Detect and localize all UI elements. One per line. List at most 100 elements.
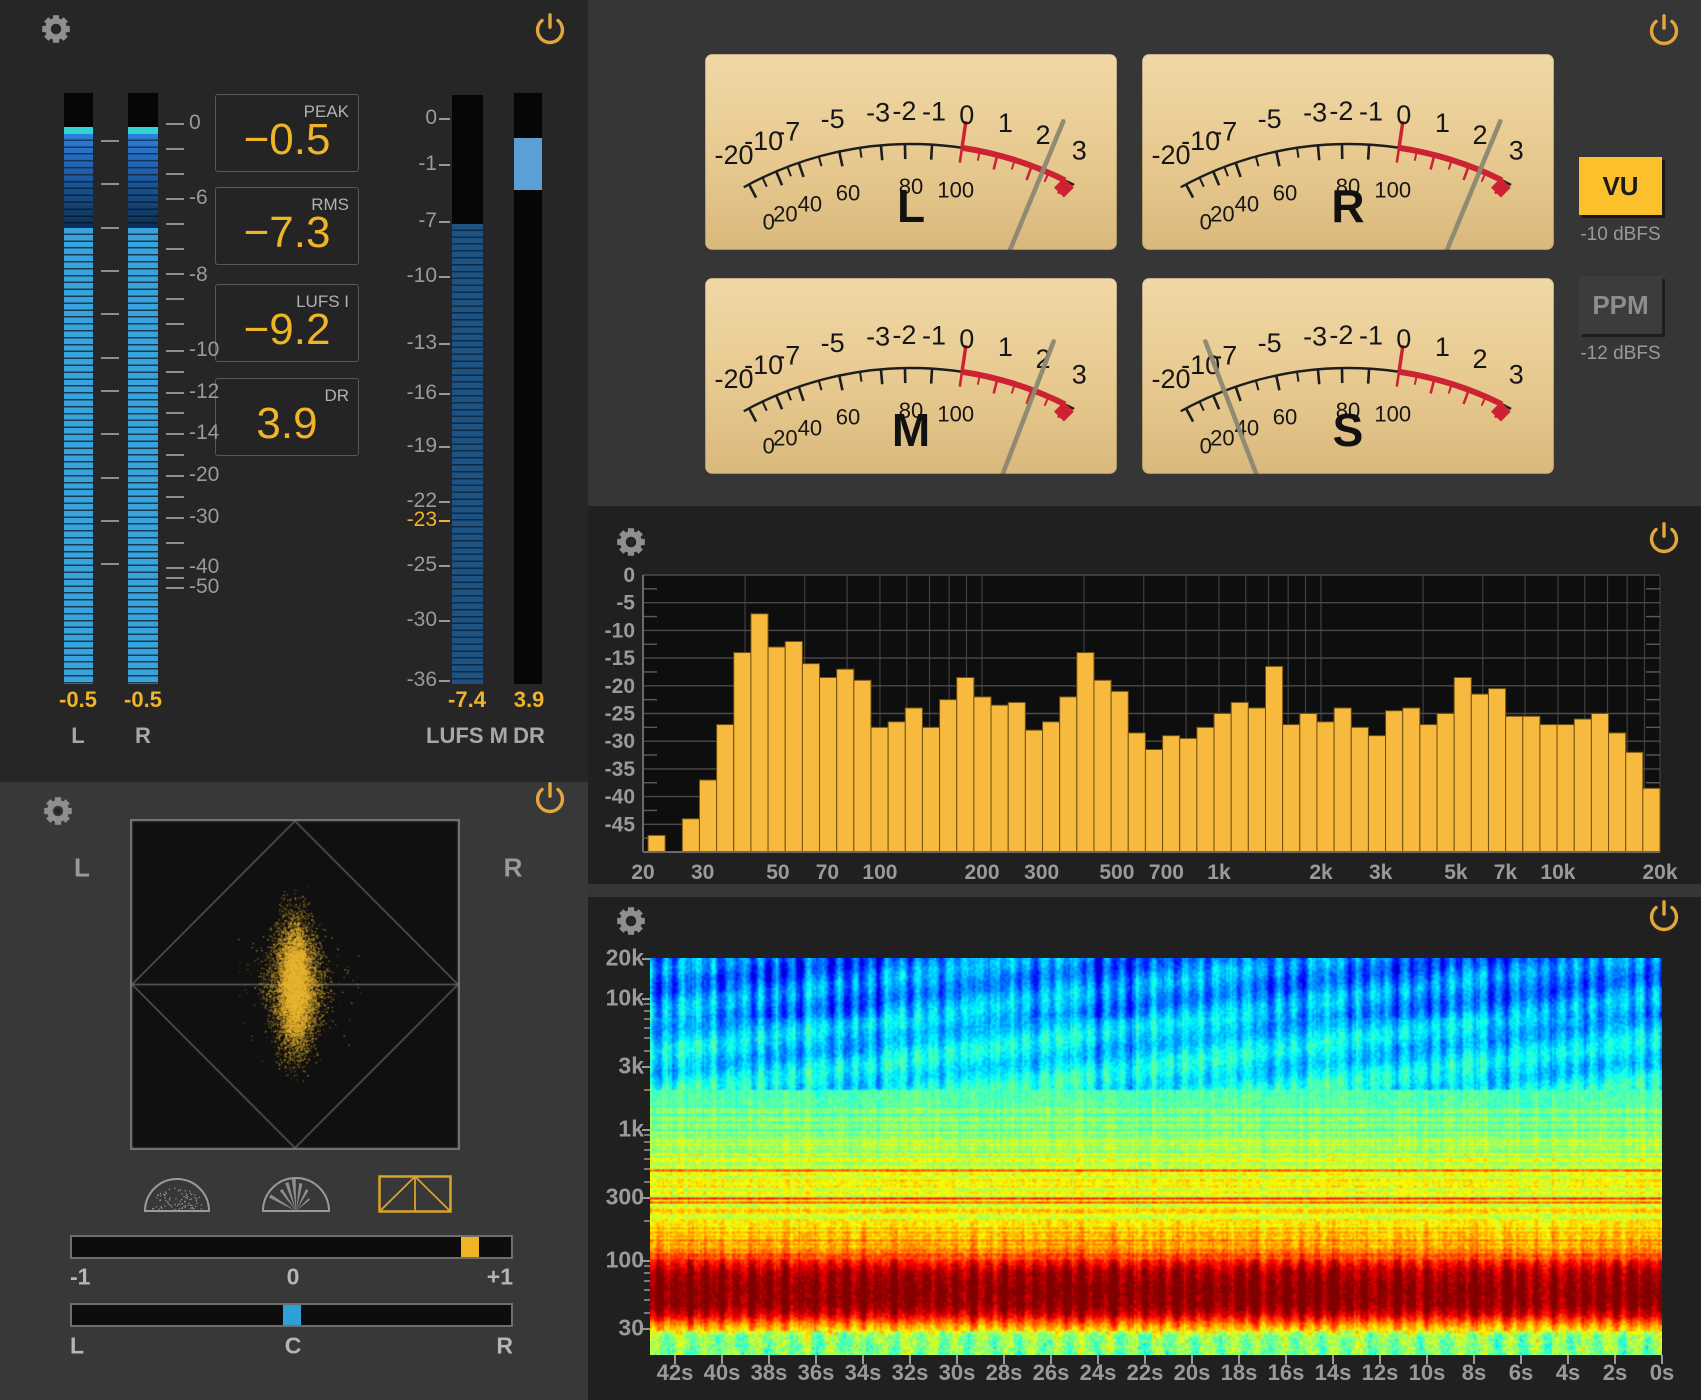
spectrum-bar (1197, 727, 1214, 852)
spectrum-bar (1523, 716, 1540, 852)
spectrogram-gap (588, 884, 1701, 897)
spectrum-bar (991, 705, 1008, 852)
power-icon[interactable] (531, 11, 569, 49)
spectrum-bar (751, 614, 768, 852)
gonio-mode-dome-scatter[interactable] (140, 1175, 214, 1213)
svg-text:200: 200 (964, 861, 999, 884)
correlation-max-label: +1 (487, 1264, 513, 1291)
gear-icon[interactable] (37, 10, 75, 48)
specgram-y-minor-tick (644, 1037, 650, 1039)
correlation-handle[interactable] (461, 1237, 479, 1257)
specgram-x-label: 20s (1174, 1360, 1211, 1386)
specgram-y-label: 1k (618, 1115, 644, 1142)
specgram-y-minor-tick (644, 1027, 650, 1029)
svg-text:-7: -7 (776, 117, 800, 147)
meter-right-label: R (135, 723, 151, 749)
svg-text:-2: -2 (892, 96, 916, 126)
readout-dr: DR 3.9 (215, 378, 359, 456)
spectrum-bar (1248, 708, 1265, 852)
lufs-scale-label: -7 (418, 209, 437, 233)
meter-bar-gradient (64, 134, 93, 228)
svg-text:-25: -25 (605, 703, 636, 726)
power-icon[interactable] (1645, 898, 1683, 936)
scale-tick (166, 496, 184, 498)
dr-value: 3.9 (514, 687, 545, 713)
specgram-y-minor-tick (644, 1265, 650, 1267)
lufs-scale-tick (439, 164, 450, 166)
spectrum-bar (871, 727, 888, 852)
svg-text:-2: -2 (1329, 96, 1353, 126)
spectrum-bar (1471, 694, 1488, 852)
specgram-x-label: 12s (1362, 1360, 1399, 1386)
svg-text:40: 40 (798, 191, 822, 216)
scale-tick (101, 563, 119, 565)
svg-text:2: 2 (1473, 344, 1488, 374)
spectrum-bar (699, 780, 716, 852)
svg-text:-5: -5 (821, 328, 845, 358)
scale-tick (101, 357, 119, 359)
vu-mode-sublabel: -10 dBFS (1579, 224, 1662, 246)
svg-text:60: 60 (836, 405, 860, 430)
svg-text:20: 20 (631, 861, 654, 884)
spectrum-bar (1043, 722, 1060, 852)
spectrum-bar (888, 722, 905, 852)
specgram-y-minor-tick (644, 1220, 650, 1222)
specgram-x-label: 4s (1556, 1360, 1580, 1386)
correlation-slider[interactable] (70, 1235, 513, 1259)
app-window: PEAK −0.5 RMS −7.3 LUFS I −9.2 DR 3.9 -0… (0, 0, 1701, 1400)
svg-text:-10: -10 (605, 619, 635, 642)
lufs-scale-tick (439, 446, 450, 448)
scale-tick (101, 433, 119, 435)
gonio-mode-triangle-box[interactable] (378, 1175, 452, 1213)
svg-text:5k: 5k (1444, 861, 1468, 884)
spectrum-bar (1454, 677, 1471, 852)
specgram-x-label: 0s (1650, 1360, 1674, 1386)
lufs-scale-tick (439, 620, 450, 622)
svg-text:-30: -30 (605, 730, 635, 753)
scale-tick (101, 183, 119, 185)
spectrum-bar (1163, 736, 1180, 852)
spectrum-bar (1145, 750, 1162, 852)
specgram-x-label: 14s (1315, 1360, 1352, 1386)
scale-tick (166, 567, 184, 569)
balance-slider[interactable] (70, 1303, 513, 1327)
balance-handle[interactable] (283, 1305, 301, 1325)
gear-icon[interactable] (612, 902, 650, 940)
scale-tick (101, 520, 119, 522)
svg-text:1k: 1k (1207, 861, 1231, 884)
lufs-scale-tick (439, 565, 450, 567)
spectrum-bar (1283, 725, 1300, 852)
gear-icon[interactable] (39, 792, 77, 830)
scale-tick (166, 223, 184, 225)
specgram-x-label: 2s (1603, 1360, 1627, 1386)
svg-text:-3: -3 (866, 97, 890, 127)
power-icon[interactable] (531, 780, 569, 818)
svg-text:-15: -15 (605, 647, 636, 670)
balance-right-label: R (496, 1333, 513, 1360)
balance-center-label: C (285, 1333, 302, 1360)
svg-text:40: 40 (1235, 191, 1259, 216)
scale-tick (166, 350, 184, 352)
svg-text:100: 100 (862, 861, 897, 884)
svg-text:-35: -35 (605, 758, 636, 781)
specgram-x-label: 36s (798, 1360, 835, 1386)
lufs-scale-tick (439, 520, 450, 522)
specgram-y-tick (642, 1129, 650, 1131)
scale-label: -6 (189, 186, 208, 210)
lufs-scale-tick (439, 501, 450, 503)
scale-tick (166, 371, 184, 373)
scale-tick (101, 270, 119, 272)
vu-mode-button[interactable]: VU (1579, 157, 1662, 215)
specgram-x-label: 34s (845, 1360, 882, 1386)
svg-text:20: 20 (773, 425, 797, 450)
svg-text:0: 0 (1396, 324, 1411, 354)
power-icon[interactable] (1645, 12, 1683, 50)
svg-text:-7: -7 (776, 341, 800, 371)
gonio-mode-dome-burst[interactable] (258, 1175, 334, 1213)
svg-text:2: 2 (1036, 120, 1051, 150)
svg-text:100: 100 (937, 177, 974, 202)
ppm-mode-button[interactable]: PPM (1579, 276, 1662, 334)
spectrum-bar (1060, 697, 1077, 852)
spectrum-bar (1506, 716, 1523, 852)
svg-text:40: 40 (798, 415, 822, 440)
